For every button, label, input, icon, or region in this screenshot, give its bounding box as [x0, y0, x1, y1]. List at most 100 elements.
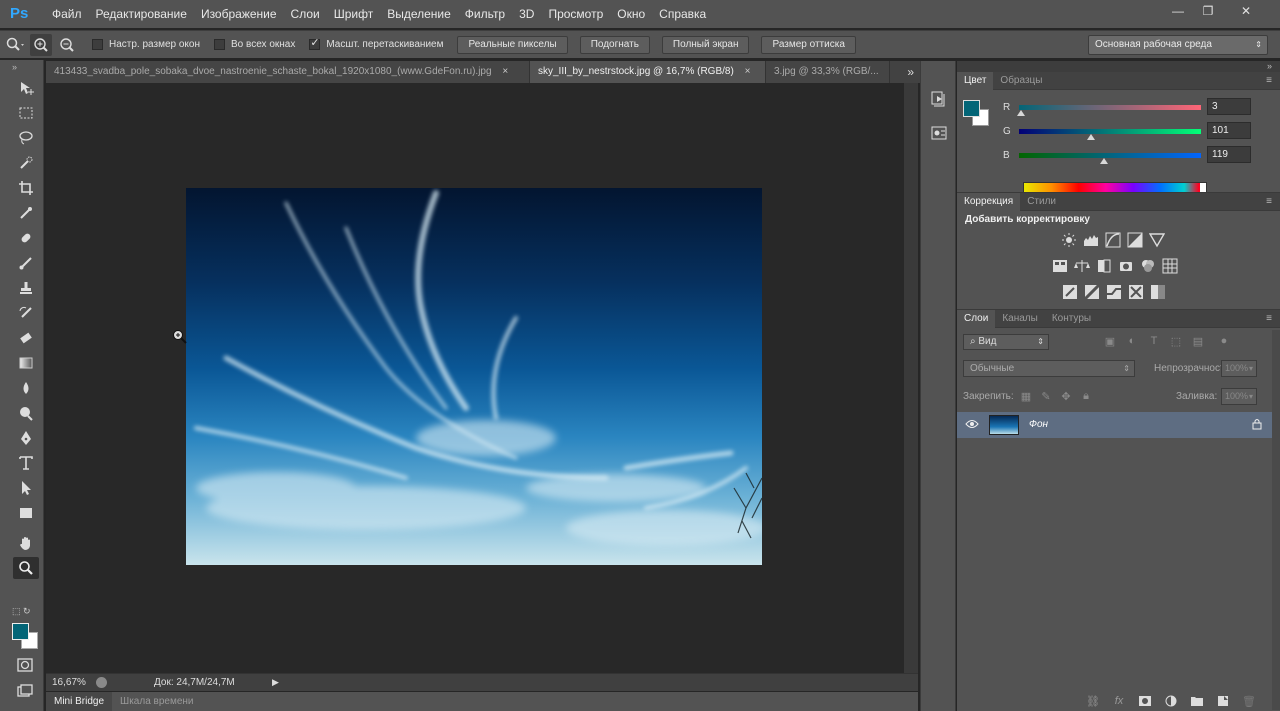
history-brush-tool-icon[interactable] — [13, 302, 39, 324]
brush-tool-icon[interactable] — [13, 252, 39, 274]
menu-type[interactable]: Шрифт — [334, 7, 373, 21]
eye-icon[interactable] — [965, 419, 979, 432]
tab-timeline[interactable]: Шкала времени — [112, 692, 201, 711]
healing-brush-tool-icon[interactable] — [13, 227, 39, 249]
restore-icon[interactable]: ❐ — [1196, 2, 1220, 20]
pixel-filter-icon[interactable]: ▣ — [1103, 334, 1117, 348]
swap-colors-icon[interactable]: ⬚ ↻ — [12, 606, 31, 617]
foreground-color-swatch[interactable] — [963, 100, 980, 117]
tab-doc-1[interactable]: 413433_svadba_pole_sobaka_dvoe_nastroeni… — [46, 61, 530, 83]
red-slider-track[interactable] — [1019, 105, 1201, 110]
collapse-tools-icon[interactable]: » — [0, 60, 43, 74]
vibrance-icon[interactable] — [1149, 232, 1165, 248]
menu-3d[interactable]: 3D — [519, 7, 534, 21]
curves-icon[interactable] — [1105, 232, 1121, 248]
layer-row[interactable]: Фон — [957, 412, 1272, 438]
pen-tool-icon[interactable] — [13, 427, 39, 449]
red-slider-thumb[interactable] — [1017, 110, 1026, 116]
tab-swatches[interactable]: Образцы — [993, 72, 1049, 90]
green-slider-track[interactable] — [1019, 129, 1201, 134]
posterize-icon[interactable] — [1084, 284, 1100, 300]
chevron-down-icon[interactable]: ▾ — [1249, 389, 1253, 404]
zoom-level-field[interactable]: 16,67% — [52, 677, 86, 688]
blend-mode-select[interactable]: Обычные ⇕ — [963, 360, 1135, 377]
invert-icon[interactable] — [1062, 284, 1078, 300]
all-windows-checkbox[interactable]: Во всех окнах — [214, 39, 295, 50]
quick-mask-icon[interactable] — [17, 658, 33, 675]
path-select-tool-icon[interactable] — [13, 477, 39, 499]
zoom-out-icon[interactable] — [56, 34, 78, 56]
workspace-select[interactable]: Основная рабочая среда ⇕ — [1088, 35, 1268, 55]
status-menu-arrow-icon[interactable]: ▶ — [272, 677, 279, 688]
actual-pixels-button[interactable]: Реальные пикселы — [457, 35, 568, 54]
exposure-icon[interactable] — [1127, 232, 1143, 248]
type-filter-icon[interactable]: T — [1147, 334, 1161, 348]
more-tabs-icon[interactable]: » — [907, 61, 914, 83]
smart-object-filter-icon[interactable]: ▤ — [1191, 334, 1205, 348]
history-panel-icon[interactable] — [927, 87, 951, 111]
checkbox-box[interactable] — [309, 36, 321, 50]
quick-select-tool-icon[interactable] — [13, 152, 39, 174]
delete-layer-icon[interactable]: 🗑︎ — [1241, 693, 1257, 709]
tab-channels[interactable]: Каналы — [995, 310, 1045, 328]
color-lookup-icon[interactable] — [1162, 258, 1178, 274]
close-tab-icon[interactable]: × — [502, 66, 508, 77]
channel-mixer-icon[interactable] — [1140, 258, 1156, 274]
scrubby-zoom-checkbox[interactable]: Масшт. перетаскиванием — [309, 36, 443, 50]
lock-all-icon[interactable]: 🔒︎ — [1079, 389, 1093, 403]
eyedropper-tool-icon[interactable] — [13, 202, 39, 224]
status-info-icon[interactable] — [96, 677, 107, 688]
panel-menu-icon[interactable]: ≡ — [1266, 193, 1272, 211]
lock-transparency-icon[interactable]: ▦ — [1019, 389, 1033, 403]
document-image[interactable] — [186, 188, 762, 565]
selective-color-icon[interactable] — [1128, 284, 1144, 300]
tab-layers[interactable]: Слои — [957, 309, 996, 328]
close-icon[interactable]: ✕ — [1226, 2, 1266, 20]
zoom-tool-preset-icon[interactable] — [4, 34, 26, 56]
new-layer-icon[interactable] — [1215, 693, 1231, 709]
opacity-field[interactable]: 100% ▾ — [1221, 360, 1257, 377]
layer-style-icon[interactable]: fx — [1111, 693, 1127, 709]
layers-scrollbar[interactable] — [1272, 330, 1280, 710]
tab-color[interactable]: Цвет — [957, 71, 994, 90]
chevron-down-icon[interactable]: ▾ — [1249, 361, 1253, 376]
zoom-tool-icon[interactable] — [13, 557, 39, 579]
shape-filter-icon[interactable]: ⬚ — [1169, 334, 1183, 348]
properties-panel-icon[interactable] — [927, 121, 951, 145]
tab-adjustments[interactable]: Коррекция — [957, 192, 1021, 211]
color-balance-icon[interactable] — [1074, 258, 1090, 274]
tab-styles[interactable]: Стили — [1020, 193, 1063, 211]
screen-mode-icon[interactable] — [17, 684, 33, 701]
black-white-icon[interactable] — [1096, 258, 1112, 274]
resize-grip-icon[interactable] — [902, 678, 912, 686]
tab-mini-bridge[interactable]: Mini Bridge — [46, 692, 113, 711]
checkbox-box[interactable] — [214, 39, 225, 50]
menu-image[interactable]: Изображение — [201, 7, 277, 21]
lock-pixels-icon[interactable]: ✎ — [1039, 389, 1053, 403]
photo-filter-icon[interactable] — [1118, 258, 1134, 274]
close-tab-icon[interactable]: × — [745, 66, 751, 77]
checkbox-box[interactable] — [92, 39, 103, 50]
hue-saturation-icon[interactable] — [1052, 258, 1068, 274]
adjustment-filter-icon[interactable]: ◐ — [1125, 334, 1139, 348]
gradient-tool-icon[interactable] — [13, 352, 39, 374]
blue-slider-track[interactable] — [1019, 153, 1201, 158]
green-slider-thumb[interactable] — [1087, 134, 1096, 140]
menu-view[interactable]: Просмотр — [548, 7, 603, 21]
menu-select[interactable]: Выделение — [387, 7, 451, 21]
dodge-tool-icon[interactable] — [13, 402, 39, 424]
levels-icon[interactable] — [1083, 232, 1099, 248]
new-adjustment-layer-icon[interactable] — [1163, 693, 1179, 709]
hand-tool-icon[interactable] — [13, 532, 39, 554]
fit-screen-button[interactable]: Подогнать — [579, 35, 650, 54]
link-layers-icon[interactable]: ⛓ — [1085, 693, 1101, 709]
vertical-scrollbar[interactable] — [904, 83, 918, 673]
collapse-panels-icon[interactable]: » — [1267, 61, 1272, 72]
blue-value-field[interactable]: 119 — [1207, 146, 1251, 163]
menu-edit[interactable]: Редактирование — [96, 7, 187, 21]
resize-windows-checkbox[interactable]: Настр. размер окон — [92, 39, 200, 50]
zoom-in-icon[interactable] — [30, 33, 52, 56]
layer-name[interactable]: Фон — [1029, 419, 1048, 430]
filter-toggle-icon[interactable]: ● — [1217, 334, 1231, 348]
add-mask-icon[interactable] — [1137, 693, 1153, 709]
